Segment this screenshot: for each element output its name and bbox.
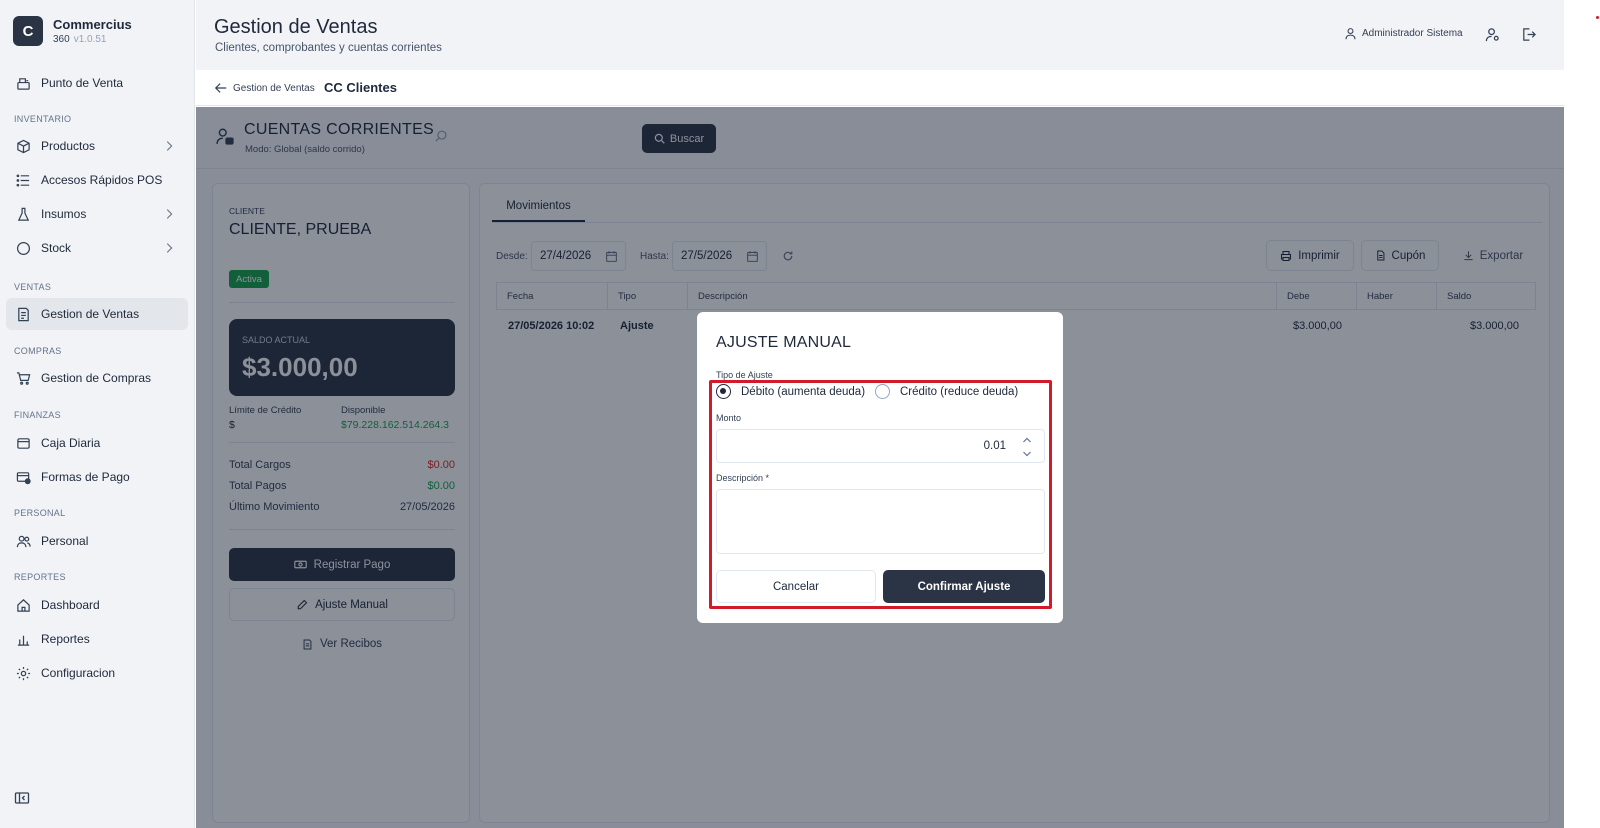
sidebar-item-formas-de-pago[interactable]: Formas de Pago xyxy=(6,461,188,493)
sidebar-item-label: Personal xyxy=(41,534,89,548)
sidebar-item-reportes[interactable]: Reportes xyxy=(6,623,188,655)
sidebar-item-stock[interactable]: Stock xyxy=(6,232,188,264)
brand-logo: C xyxy=(13,16,43,46)
sidebar-item-dashboard[interactable]: Dashboard xyxy=(6,589,188,621)
cart-icon xyxy=(16,371,31,386)
breadcrumb-back-link[interactable]: Gestion de Ventas xyxy=(214,81,315,95)
section-ventas: VENTAS xyxy=(14,282,52,292)
breadcrumb: Gestion de Ventas CC Clientes xyxy=(196,70,1564,106)
home-icon xyxy=(16,598,31,613)
sidebar-item-label: Productos xyxy=(41,139,96,153)
user-menu[interactable]: Administrador Sistema xyxy=(1344,27,1463,40)
sidebar-item-label: Dashboard xyxy=(41,598,100,612)
dialog-title: AJUSTE MANUAL xyxy=(716,334,852,351)
window-edge xyxy=(1564,0,1600,828)
breadcrumb-current: CC Clientes xyxy=(324,80,397,95)
brand: C Commercius 360 v1.0.51 xyxy=(13,16,132,46)
chart-icon xyxy=(16,632,31,647)
box-icon xyxy=(16,139,31,154)
cash-register-icon xyxy=(16,76,31,91)
sidebar-item-label: Accesos Rápidos POS xyxy=(41,173,163,187)
chevron-right-icon xyxy=(166,141,173,151)
chevron-right-icon xyxy=(166,243,173,253)
cancel-button[interactable]: Cancelar xyxy=(716,570,876,603)
sidebar-item-caja-diaria[interactable]: Caja Diaria xyxy=(6,427,188,459)
description-label: Descripción * xyxy=(716,473,770,483)
radio-debit[interactable]: Débito (aumenta deuda) xyxy=(716,384,865,399)
page-header: Gestion de Ventas Clientes, comprobantes… xyxy=(196,0,1564,70)
sidebar-item-gestion-de-ventas[interactable]: Gestion de Ventas xyxy=(6,298,188,330)
app-window: C Commercius 360 v1.0.51 Punto de Venta I… xyxy=(0,0,1600,828)
radio-debit-control[interactable] xyxy=(716,384,731,399)
user-icon xyxy=(1345,28,1356,40)
amount-input[interactable] xyxy=(716,429,1045,463)
sidebar-item-configuracion[interactable]: Configuracion xyxy=(6,657,188,689)
sidebar-item-gestion-de-compras[interactable]: Gestion de Compras xyxy=(6,362,188,394)
list-icon xyxy=(16,173,31,188)
sidebar-collapse-icon[interactable] xyxy=(14,790,30,806)
flask-icon xyxy=(16,207,31,222)
sidebar-item-label: Configuracion xyxy=(41,666,116,680)
section-compras: COMPRAS xyxy=(14,346,62,356)
section-personal: PERSONAL xyxy=(14,508,66,518)
radio-credit[interactable]: Crédito (reduce deuda) xyxy=(875,384,1018,399)
indicator-dot xyxy=(1596,16,1599,19)
sidebar-item-personal[interactable]: Personal xyxy=(6,525,188,557)
sidebar-item-accesos-rapidos[interactable]: Accesos Rápidos POS xyxy=(6,164,188,196)
user-settings-icon[interactable] xyxy=(1485,27,1500,42)
arrow-left-icon xyxy=(214,83,227,93)
page-subtitle: Clientes, comprobantes y cuentas corrien… xyxy=(215,42,442,54)
user-name: Administrador Sistema xyxy=(1362,28,1463,39)
description-textarea[interactable] xyxy=(716,489,1045,554)
wallet-icon xyxy=(16,436,31,451)
section-finanzas: FINANZAS xyxy=(14,410,61,420)
radio-credit-control[interactable] xyxy=(875,384,890,399)
sidebar-item-label: Punto de Venta xyxy=(41,76,124,90)
section-reportes: REPORTES xyxy=(14,572,66,582)
sidebar-item-label: Insumos xyxy=(41,207,87,221)
brand-name: Commercius xyxy=(53,17,132,32)
manual-adjust-dialog: AJUSTE MANUAL Tipo de Ajuste Débito (aum… xyxy=(697,312,1063,623)
sidebar-item-label: Reportes xyxy=(41,632,90,646)
credit-card-icon xyxy=(16,470,31,485)
sidebar-item-label: Stock xyxy=(41,241,72,255)
stepper-icon[interactable] xyxy=(1021,434,1033,460)
brand-version: v1.0.51 xyxy=(73,34,107,45)
sidebar-item-label: Formas de Pago xyxy=(41,470,130,484)
sidebar-item-label: Gestion de Ventas xyxy=(41,307,140,321)
confirm-adjust-button[interactable]: Confirmar Ajuste xyxy=(883,570,1045,603)
brand-product: 360 xyxy=(53,34,70,45)
sidebar-item-label: Gestion de Compras xyxy=(41,371,152,385)
breadcrumb-back-label: Gestion de Ventas xyxy=(233,82,315,94)
gear-icon xyxy=(16,666,31,681)
sidebar-item-punto-de-venta[interactable]: Punto de Venta xyxy=(6,67,188,99)
adjust-type-label: Tipo de Ajuste xyxy=(716,370,773,380)
receipt-icon xyxy=(16,307,31,322)
section-inventario: INVENTARIO xyxy=(14,114,72,124)
circle-icon xyxy=(16,241,31,256)
sidebar-item-label: Caja Diaria xyxy=(41,436,101,450)
logout-icon[interactable] xyxy=(1521,27,1536,42)
radio-credit-label: Crédito (reduce deuda) xyxy=(900,385,1019,398)
sidebar-item-insumos[interactable]: Insumos xyxy=(6,198,188,230)
page-title: Gestion de Ventas xyxy=(214,16,378,38)
radio-debit-label: Débito (aumenta deuda) xyxy=(741,385,866,398)
sidebar: C Commercius 360 v1.0.51 Punto de Venta I… xyxy=(0,0,195,828)
chevron-right-icon xyxy=(166,209,173,219)
users-icon xyxy=(16,534,31,549)
sidebar-item-productos[interactable]: Productos xyxy=(6,130,188,162)
amount-label: Monto xyxy=(716,413,742,423)
